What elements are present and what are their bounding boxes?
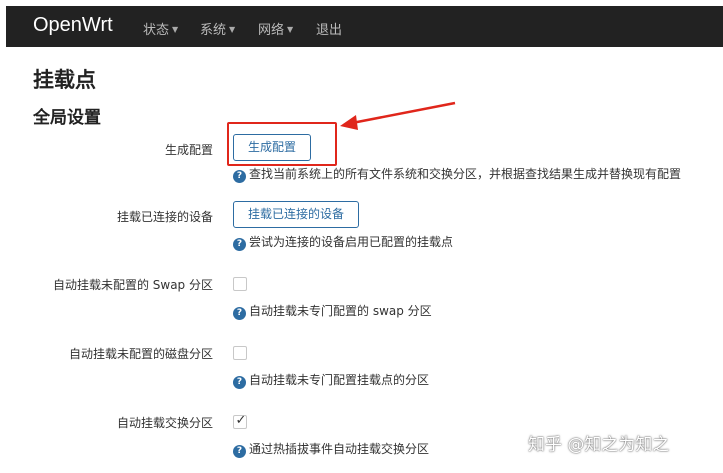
mount-devices-button[interactable]: 挂载已连接的设备 [233, 201, 360, 228]
help-icon: ? [233, 170, 246, 183]
help-icon: ? [233, 238, 246, 251]
brand-logo[interactable]: OpenWrt [33, 14, 113, 37]
auto-swap-hotplug-checkbox[interactable]: ✓ [233, 413, 247, 429]
page-title: 挂载点 [33, 68, 96, 92]
help-icon: ? [233, 307, 246, 320]
mount-devices-label: 挂载已连接的设备 [116, 210, 213, 224]
nav-menu-network[interactable]: 网络 ▼ [258, 19, 293, 38]
watermark: 知乎 @知之为知之 [528, 435, 670, 455]
caret-down-icon: ▼ [172, 25, 179, 34]
auto-swap-hotplug-help: ? 通过热插拔事件自动挂载交换分区 [233, 440, 429, 458]
auto-swap-label: 自动挂载未配置的 Swap 分区 [52, 278, 213, 292]
auto-mount-help: ? 自动挂载未专门配置挂载点的分区 [233, 371, 429, 389]
caret-down-icon: ▼ [229, 25, 236, 34]
check-icon: ✓ [235, 413, 247, 428]
auto-swap-checkbox[interactable] [233, 277, 247, 291]
auto-mount-label: 自动挂载未配置的磁盘分区 [68, 347, 213, 361]
generate-config-help: ? 查找当前系统上的所有文件系统和交换分区，并根据查找结果生成并替换现有配置 [233, 165, 681, 183]
annotation-highlight-box [227, 122, 337, 166]
section-title: 全局设置 [33, 108, 101, 128]
auto-swap-hotplug-label: 自动挂载交换分区 [116, 416, 213, 430]
nav-menu-logout[interactable]: 退出 [316, 19, 342, 38]
help-icon: ? [233, 376, 246, 389]
caret-down-icon: ▼ [287, 25, 294, 34]
auto-mount-checkbox[interactable] [233, 346, 247, 360]
auto-swap-help: ? 自动挂载未专门配置的 swap 分区 [233, 302, 432, 320]
nav-menu-status[interactable]: 状态 ▼ [143, 19, 178, 38]
mount-devices-help: ? 尝试为连接的设备启用已配置的挂载点 [233, 233, 453, 251]
help-icon: ? [233, 445, 246, 458]
generate-config-label: 生成配置 [164, 143, 213, 157]
nav-menu-system[interactable]: 系统 ▼ [200, 19, 235, 38]
top-navbar: OpenWrt 状态 ▼ 系统 ▼ 网络 ▼ 退出 [6, 6, 723, 47]
